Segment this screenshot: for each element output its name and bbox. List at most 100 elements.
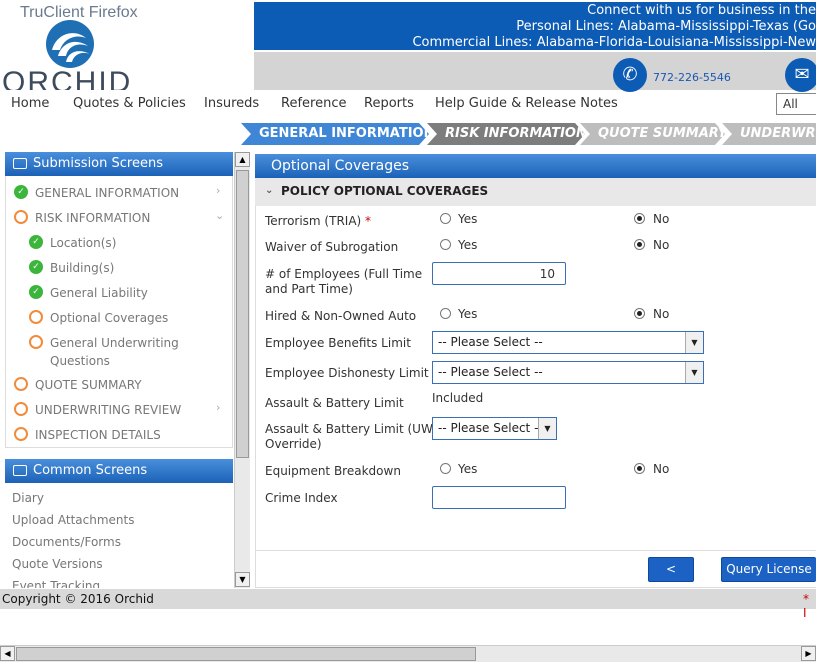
equipment-label: Equipment Breakdown (265, 464, 401, 478)
common-screens-header: Common Screens (5, 459, 233, 483)
scroll-right-icon[interactable]: ▶ (801, 646, 816, 661)
nav-home[interactable]: Home (11, 96, 49, 111)
section-title: POLICY OPTIONAL COVERAGES (281, 184, 489, 198)
search-scope-select[interactable]: All (776, 93, 816, 115)
nav-reference[interactable]: Reference (281, 96, 346, 111)
tree-quote-summary[interactable]: QUOTE SUMMARY (35, 377, 142, 393)
hired-auto-label: Hired & Non-Owned Auto (265, 309, 417, 323)
hscroll-thumb[interactable] (16, 647, 476, 661)
list-icon (13, 465, 27, 476)
terrorism-yes-label: Yes (458, 212, 478, 226)
chevron-down-icon[interactable]: ▼ (538, 418, 556, 439)
chevron-down-icon[interactable]: ⌄ (215, 209, 224, 222)
tree-inspection-details[interactable]: INSPECTION DETAILS (35, 427, 161, 443)
assault-value: Included (432, 391, 484, 405)
equipment-yes-radio[interactable] (440, 463, 451, 474)
nav-quotes-policies[interactable]: Quotes & Policies (73, 96, 186, 111)
tree-buildings[interactable]: Building(s) (50, 260, 114, 276)
common-event-tracking[interactable]: Event Tracking (12, 579, 100, 588)
common-upload-attachments[interactable]: Upload Attachments (12, 513, 134, 527)
chevron-down-icon[interactable]: ▼ (685, 362, 703, 383)
check-icon: ✓ (29, 260, 43, 274)
benefits-label: Employee Benefits Limit (265, 336, 411, 350)
nav-help-guide[interactable]: Help Guide & Release Notes (435, 96, 618, 111)
orchid-logo-icon (46, 20, 94, 68)
waiver-no-radio[interactable] (634, 239, 645, 250)
list-icon (13, 158, 27, 169)
assault-uw-label: Assault & Battery Limit (UW (265, 422, 433, 436)
tree-risk-information[interactable]: RISK INFORMATION (35, 210, 150, 226)
crime-index-input[interactable] (432, 486, 566, 509)
hired-no-radio[interactable] (634, 308, 645, 319)
step-risk-information[interactable]: RISK INFORMATION (427, 123, 585, 145)
employees-label: # of Employees (Full Time (265, 267, 423, 281)
terrorism-no-radio[interactable] (634, 213, 645, 224)
common-diary[interactable]: Diary (12, 491, 44, 505)
hired-yes-radio[interactable] (440, 308, 451, 319)
scrollbar-thumb[interactable] (236, 170, 249, 458)
employees-input[interactable]: 10 (432, 262, 566, 285)
submission-screens-header: Submission Screens (5, 152, 233, 176)
waiver-yes-radio[interactable] (440, 239, 451, 250)
tree-general-information[interactable]: GENERAL INFORMATION (35, 185, 179, 201)
equipment-yes-label: Yes (458, 462, 478, 476)
submission-screens-title: Submission Screens (33, 156, 163, 171)
step-quote-summary[interactable]: QUOTE SUMMARY (580, 123, 725, 145)
tree-general-liability[interactable]: General Liability (50, 285, 148, 301)
assault-uw-select[interactable]: -- Please Select -- ▼ (432, 417, 557, 440)
chevron-down-icon[interactable]: ⌄ (265, 178, 273, 204)
horizontal-scrollbar[interactable]: ◀ ▶ (0, 645, 816, 662)
chevron-right-icon[interactable]: › (216, 184, 220, 197)
back-button[interactable]: < (648, 557, 694, 582)
scroll-down-icon[interactable]: ▼ (235, 572, 250, 587)
nav-insureds[interactable]: Insureds (204, 96, 259, 111)
contact-bar (254, 52, 816, 90)
scroll-left-icon[interactable]: ◀ (0, 646, 15, 661)
chevron-down-icon[interactable]: ▼ (685, 332, 703, 353)
banner-line-2: Personal Lines: Alabama-Mississippi-Texa… (516, 19, 816, 34)
copyright: Copyright © 2016 Orchid (2, 592, 154, 606)
crime-index-label: Crime Index (265, 491, 338, 505)
step-general-information[interactable]: GENERAL INFORMATION (241, 123, 429, 145)
assault-uw-label-2: Override) (265, 437, 322, 451)
query-license-button[interactable]: Query License (721, 557, 816, 582)
common-documents-forms[interactable]: Documents/Forms (12, 535, 121, 549)
phone-number[interactable]: 772-226-5546 (653, 71, 731, 84)
divider (255, 550, 816, 551)
orchid-logo-text: ORCHID (2, 66, 133, 90)
chevron-right-icon[interactable]: › (216, 401, 220, 414)
terrorism-yes-radio[interactable] (440, 213, 451, 224)
banner-line-3: Commercial Lines: Alabama-Florida-Louisi… (412, 35, 816, 50)
benefits-select[interactable]: -- Please Select -- ▼ (432, 331, 704, 354)
waiver-no-label: No (653, 238, 670, 252)
banner-line-1: Connect with us for business in the (587, 3, 816, 18)
nav-reports[interactable]: Reports (364, 96, 414, 111)
mail-icon[interactable]: ✉ (785, 58, 816, 92)
phone-icon[interactable]: ✆ (613, 58, 647, 92)
tree-underwriting-review[interactable]: UNDERWRITING REVIEW (35, 402, 181, 418)
business-banner: Connect with us for business in the Pers… (254, 2, 816, 50)
equipment-no-radio[interactable] (634, 463, 645, 474)
check-icon: ✓ (29, 235, 43, 249)
common-quote-versions[interactable]: Quote Versions (12, 557, 103, 571)
step-underwriting[interactable]: UNDERWRITI (722, 123, 816, 145)
dishonesty-select[interactable]: -- Please Select -- ▼ (432, 361, 704, 384)
hired-yes-label: Yes (458, 307, 478, 321)
tree-general-underwriting-questions[interactable]: Questions (50, 353, 110, 369)
scroll-up-icon[interactable]: ▲ (235, 152, 250, 167)
sidebar-scrollbar[interactable]: ▲ ▼ (234, 152, 250, 588)
dishonesty-label: Employee Dishonesty Limit (265, 366, 429, 380)
tree-optional-coverages[interactable]: Optional Coverages (50, 310, 168, 326)
pending-icon (14, 377, 28, 391)
section-header[interactable]: ⌄ POLICY OPTIONAL COVERAGES (255, 178, 816, 206)
common-screens-title: Common Screens (33, 463, 148, 478)
browser-title: TruClient Firefox (20, 4, 138, 21)
pending-icon (14, 402, 28, 416)
pending-icon (29, 310, 43, 324)
hired-no-label: No (653, 307, 670, 321)
footer: Copyright © 2016 Orchid * I (0, 589, 816, 620)
tree-locations[interactable]: Location(s) (50, 235, 116, 251)
tree-general-underwriting[interactable]: General Underwriting (50, 335, 179, 351)
assault-label: Assault & Battery Limit (265, 396, 404, 410)
main-nav: Home Quotes & Policies Insureds Referenc… (0, 92, 770, 116)
